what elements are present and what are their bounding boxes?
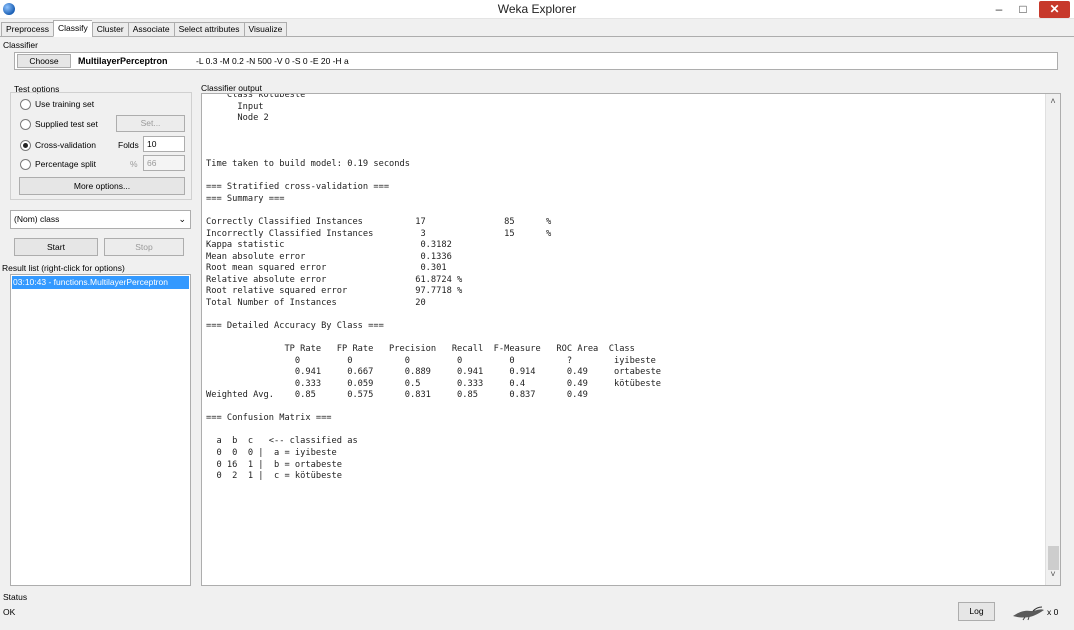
classifier-output-label: Classifier output — [201, 83, 262, 93]
tab-select-attributes[interactable]: Select attributes — [173, 22, 244, 37]
classifier-options: -L 0.3 -M 0.2 -N 500 -V 0 -S 0 -E 20 -H … — [196, 56, 349, 66]
use-training-set-option[interactable]: Use training set — [20, 97, 94, 111]
tab-cluster[interactable]: Cluster — [91, 22, 128, 37]
folds-label: Folds — [118, 140, 139, 150]
maximize-button[interactable]: □ — [1012, 0, 1034, 19]
weka-bird-icon — [1013, 606, 1044, 621]
percentage-split-radio[interactable] — [20, 158, 31, 170]
supplied-test-set-label: Supplied test set — [35, 119, 98, 129]
result-list-item[interactable]: 03:10:43 - functions.MultilayerPerceptro… — [12, 276, 189, 289]
chevron-down-icon: ⌄ — [178, 214, 186, 224]
classifier-name: MultilayerPerceptron — [78, 56, 168, 66]
output-scrollbar[interactable]: ˄ ˅ — [1045, 94, 1060, 585]
tab-bar: Preprocess Classify Cluster Associate Se… — [1, 20, 288, 37]
task-counter: x 0 — [1047, 607, 1059, 617]
choose-button[interactable]: Choose — [17, 54, 71, 68]
tab-preprocess[interactable]: Preprocess — [1, 22, 53, 37]
class-select[interactable]: (Nom) class ⌄ — [10, 210, 191, 229]
folds-input[interactable]: 10 — [143, 136, 185, 152]
use-training-set-label: Use training set — [35, 99, 95, 109]
start-button[interactable]: Start — [14, 238, 98, 256]
classifier-field[interactable]: Choose MultilayerPerceptron -L 0.3 -M 0.… — [14, 52, 1058, 70]
status-label: Status — [3, 592, 28, 602]
stop-button[interactable]: Stop — [104, 238, 184, 256]
window-title: Weka Explorer — [497, 2, 577, 16]
cross-validation-label: Cross-validation — [35, 140, 96, 150]
tab-visualize[interactable]: Visualize — [243, 22, 288, 37]
percent-symbol: % — [130, 159, 138, 169]
more-options-button[interactable]: More options... — [19, 177, 185, 195]
tab-associate[interactable]: Associate — [127, 22, 174, 37]
supplied-test-set-option[interactable]: Supplied test set — [20, 117, 98, 131]
cross-validation-option[interactable]: Cross-validation — [20, 138, 96, 152]
classifier-output-text[interactable]: Class kötübeste Input Node 2 Time taken … — [206, 94, 661, 483]
supplied-test-set-radio[interactable] — [20, 118, 31, 130]
classifier-section-label: Classifier — [3, 40, 38, 50]
title-bar: Weka Explorer – □ ✕ — [0, 0, 1074, 19]
classifier-output-panel[interactable]: Class kötübeste Input Node 2 Time taken … — [201, 93, 1061, 586]
percentage-split-label: Percentage split — [35, 159, 96, 169]
percent-input[interactable]: 66 — [143, 155, 185, 171]
set-button[interactable]: Set... — [116, 115, 185, 132]
result-list-label: Result list (right-click for options) — [2, 263, 125, 273]
cross-validation-radio[interactable] — [20, 139, 31, 151]
status-text: OK — [3, 607, 16, 617]
close-button[interactable]: ✕ — [1039, 1, 1070, 18]
log-button[interactable]: Log — [958, 602, 995, 621]
tab-classify[interactable]: Classify — [53, 20, 92, 37]
chevron-up-icon[interactable]: ˄ — [1046, 96, 1060, 110]
use-training-set-radio[interactable] — [20, 98, 31, 110]
class-select-value: (Nom) class — [14, 214, 60, 224]
result-list[interactable]: 03:10:43 - functions.MultilayerPerceptro… — [10, 274, 191, 586]
minimize-button[interactable]: – — [988, 0, 1010, 19]
percentage-split-option[interactable]: Percentage split — [20, 157, 96, 171]
chevron-down-icon[interactable]: ˅ — [1046, 569, 1060, 583]
scrollbar-thumb[interactable] — [1048, 546, 1059, 570]
